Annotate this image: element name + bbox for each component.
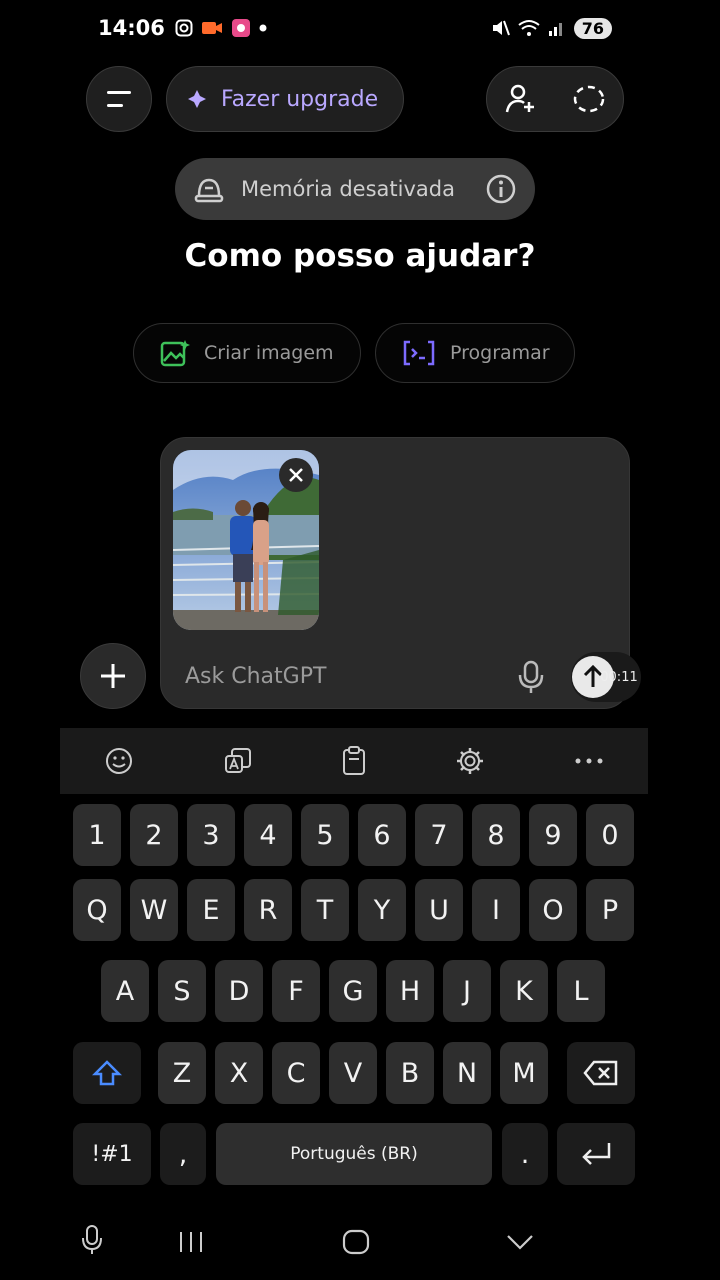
mute-icon — [492, 20, 510, 36]
shift-arrow-icon — [92, 1060, 122, 1086]
message-input[interactable]: Ask ChatGPT — [185, 664, 326, 689]
key-e[interactable]: E — [187, 879, 235, 941]
key-d[interactable]: D — [215, 960, 263, 1022]
terminal-icon — [403, 340, 435, 366]
key-m[interactable]: M — [500, 1042, 548, 1104]
upgrade-label: Fazer upgrade — [221, 86, 379, 112]
add-person-icon[interactable] — [505, 83, 537, 115]
key-x[interactable]: X — [215, 1042, 263, 1104]
memory-off-icon — [194, 178, 224, 203]
header-actions — [486, 66, 624, 132]
key-r[interactable]: R — [244, 879, 292, 941]
key-h[interactable]: H — [386, 960, 434, 1022]
shift-key[interactable] — [73, 1042, 141, 1104]
key-j[interactable]: J — [443, 960, 491, 1022]
key-k[interactable]: K — [500, 960, 548, 1022]
key-c[interactable]: C — [272, 1042, 320, 1104]
key-2[interactable]: 2 — [130, 804, 178, 866]
dot-icon — [259, 24, 267, 32]
chip-create-image[interactable]: Criar imagem — [133, 323, 361, 383]
settings-gear-icon[interactable] — [455, 746, 485, 776]
key-b[interactable]: B — [386, 1042, 434, 1104]
status-time: 14:06 — [98, 16, 165, 40]
key-n[interactable]: N — [443, 1042, 491, 1104]
microphone-icon[interactable] — [517, 660, 545, 694]
sparkle-icon — [188, 90, 206, 108]
enter-icon — [582, 1143, 611, 1165]
key-6[interactable]: 6 — [358, 804, 406, 866]
key-y[interactable]: Y — [358, 879, 406, 941]
memory-status-label: Memória desativada — [241, 177, 455, 201]
menu-icon — [107, 91, 131, 107]
chip-label: Programar — [450, 342, 550, 364]
menu-button[interactable] — [86, 66, 152, 132]
backspace-key[interactable] — [567, 1042, 635, 1104]
key-s[interactable]: S — [158, 960, 206, 1022]
key-o[interactable]: O — [529, 879, 577, 941]
key-l[interactable]: L — [557, 960, 605, 1022]
home-icon[interactable] — [342, 1229, 370, 1255]
on-screen-keyboard: 1 2 3 4 5 6 7 8 9 0 Q W E R T Y U I O P … — [60, 794, 648, 1194]
key-0[interactable]: 0 — [586, 804, 634, 866]
key-f[interactable]: F — [272, 960, 320, 1022]
memory-status-pill[interactable]: Memória desativada — [175, 158, 535, 220]
info-icon[interactable] — [485, 173, 517, 205]
enter-key[interactable] — [557, 1123, 635, 1185]
space-key[interactable]: Português (BR) — [216, 1123, 492, 1185]
system-navigation-bar — [0, 1212, 720, 1272]
key-9[interactable]: 9 — [529, 804, 577, 866]
backspace-icon — [583, 1060, 618, 1086]
plus-icon — [101, 664, 125, 688]
video-camera-icon — [201, 22, 222, 34]
voice-input-icon[interactable] — [80, 1224, 104, 1256]
temporary-chat-icon[interactable] — [572, 84, 606, 114]
chip-programming[interactable]: Programar — [375, 323, 575, 383]
signal-icon — [548, 23, 562, 36]
remove-attachment-button[interactable] — [279, 458, 313, 492]
key-3[interactable]: 3 — [187, 804, 235, 866]
key-7[interactable]: 7 — [415, 804, 463, 866]
key-g[interactable]: G — [329, 960, 377, 1022]
hide-keyboard-icon[interactable] — [506, 1234, 534, 1250]
key-5[interactable]: 5 — [301, 804, 349, 866]
key-z[interactable]: Z — [158, 1042, 206, 1104]
instagram-icon — [175, 19, 193, 37]
upgrade-button[interactable]: Fazer upgrade — [166, 66, 404, 132]
page-headline: Como posso ajudar? — [184, 238, 536, 274]
key-v[interactable]: V — [329, 1042, 377, 1104]
recent-apps-icon[interactable] — [178, 1230, 204, 1254]
symbols-key[interactable]: !#1 — [73, 1123, 151, 1185]
wifi-icon — [518, 20, 540, 36]
message-composer[interactable]: Ask ChatGPT 00:11 — [160, 437, 641, 709]
keyboard-toolbar — [60, 728, 648, 794]
more-options-icon[interactable] — [574, 756, 604, 766]
key-t[interactable]: T — [301, 879, 349, 941]
key-q[interactable]: Q — [73, 879, 121, 941]
emoji-icon[interactable] — [104, 746, 134, 776]
battery-level: 76 — [573, 17, 612, 39]
key-a[interactable]: A — [101, 960, 149, 1022]
key-p[interactable]: P — [586, 879, 634, 941]
image-sparkle-icon — [160, 340, 190, 367]
key-w[interactable]: W — [130, 879, 178, 941]
attach-button[interactable] — [80, 643, 146, 709]
recording-timer[interactable]: 00:11 — [571, 652, 641, 702]
key-u[interactable]: U — [415, 879, 463, 941]
key-i[interactable]: I — [472, 879, 520, 941]
key-1[interactable]: 1 — [73, 804, 121, 866]
status-bar: 14:06 76 — [98, 10, 612, 46]
period-key[interactable]: . — [502, 1123, 548, 1185]
translate-icon[interactable] — [223, 746, 253, 776]
key-4[interactable]: 4 — [244, 804, 292, 866]
key-8[interactable]: 8 — [472, 804, 520, 866]
comma-key[interactable]: , — [160, 1123, 206, 1185]
timer-label: 00:11 — [600, 669, 638, 685]
chip-label: Criar imagem — [204, 342, 334, 364]
clipboard-icon[interactable] — [341, 746, 367, 776]
top-bar: Fazer upgrade — [86, 66, 624, 132]
app-notification-icon — [231, 19, 250, 37]
close-icon — [289, 468, 303, 482]
